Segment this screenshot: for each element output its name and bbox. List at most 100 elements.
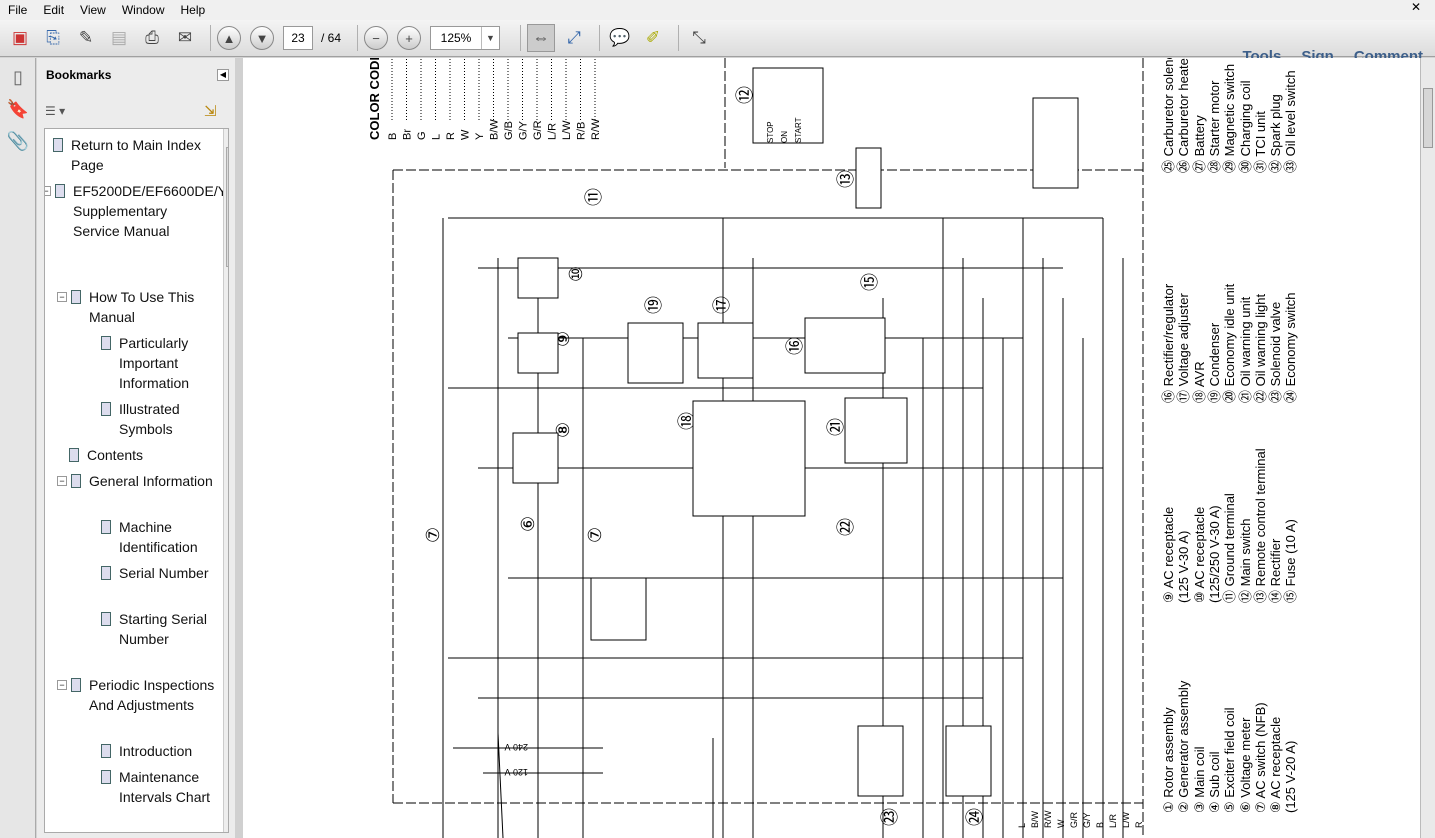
vertical-scrollbar[interactable] [1420, 58, 1435, 838]
component-number: ㉔ [965, 808, 985, 826]
attachments-icon[interactable]: 📎 [6, 128, 30, 154]
bookmark-icon [101, 566, 111, 580]
component-number: ⑩ [566, 266, 586, 282]
legend-item: ⑰ Voltage adjuster [1176, 293, 1192, 403]
color-code-label: R [445, 132, 457, 140]
component-box [857, 725, 904, 797]
bookmark-item[interactable]: Starting Serial Number [101, 609, 213, 649]
email-icon[interactable]: ✉ [171, 24, 199, 52]
bookmark-item[interactable]: Maintenance Intervals Chart [101, 767, 213, 807]
expand-bookmark-icon[interactable]: ⇲ [204, 102, 217, 120]
close-icon[interactable]: ✕ [1403, 0, 1429, 14]
bookmarks-panel: Bookmarks ◀ ☰ ▾ ⇲ Return to Main Index P… [37, 58, 235, 838]
bookmark-item[interactable]: Machine Identification [101, 517, 213, 557]
scrollbar-thumb[interactable] [226, 147, 228, 267]
bookmark-icon [101, 336, 111, 350]
wire-color-label: G/Y [1082, 812, 1092, 828]
page-thumbnails-icon[interactable]: ▯ [6, 64, 30, 90]
bookmark-label: General Information [89, 473, 213, 489]
component-box [804, 317, 886, 374]
bookmark-item[interactable]: Contents [69, 445, 213, 465]
full-screen-icon[interactable]: ⤡ [685, 24, 713, 52]
highlight-icon[interactable]: ✐ [639, 24, 667, 52]
legend-item: ⑪ Ground terminal [1222, 493, 1238, 603]
component-number: ⑬ [836, 170, 856, 188]
previous-page-button[interactable]: ▲ [217, 26, 241, 50]
fit-page-icon[interactable]: ⤢ [560, 24, 588, 52]
collapse-toggle-icon[interactable]: − [57, 476, 67, 486]
print-icon[interactable]: ⎙ [138, 24, 166, 52]
menu-view[interactable]: View [72, 3, 114, 17]
legend-item: ㉕ Carburetor solenoid [1161, 58, 1176, 173]
bookmark-icon [101, 770, 111, 784]
next-page-button[interactable]: ▼ [250, 26, 274, 50]
wire-color-label: L/R [1108, 813, 1118, 828]
bookmark-label: Introduction [119, 743, 193, 759]
bookmark-item[interactable]: Introduction [101, 741, 213, 761]
combine-files-icon[interactable]: ⎘ [39, 24, 67, 52]
bookmark-icon [101, 744, 111, 758]
color-code-label: G [416, 131, 428, 140]
bookmarks-scrollbar[interactable] [223, 129, 228, 832]
menu-file[interactable]: File [0, 3, 35, 17]
component-box [697, 322, 754, 379]
bookmark-item[interactable]: Serial Number [101, 563, 213, 583]
bookmark-item[interactable]: − General Information [57, 471, 215, 491]
legend-item: ⑧ AC receptacle [1268, 716, 1284, 813]
fit-width-icon[interactable]: ⇔ [527, 24, 556, 52]
collapse-panel-button[interactable]: ◀ [217, 69, 229, 81]
bookmarks-icon[interactable]: 🔖 [6, 96, 30, 122]
legend-item: ⑦ AC switch (NFB) [1252, 702, 1268, 813]
chevron-down-icon[interactable]: ▼ [481, 27, 499, 49]
component-number: ⑯ [785, 337, 805, 355]
component-number: ㉑ [826, 418, 846, 436]
legend-item: ⑭ Rectifier [1268, 538, 1284, 603]
scrollbar-thumb[interactable] [1423, 88, 1433, 148]
wire-color-label: R [1134, 821, 1144, 828]
menu-help[interactable]: Help [173, 3, 214, 17]
legend-item: ㉙ Magnetic switch [1222, 63, 1238, 173]
legend-item: ② Generator assembly [1176, 680, 1192, 813]
switch-position-label: START [794, 117, 803, 143]
legend-item: ㉗ Battery [1191, 115, 1207, 173]
bookmark-icon [101, 520, 111, 534]
wire-color-label: L/W [1121, 811, 1131, 828]
collapse-toggle-icon[interactable]: − [57, 680, 67, 690]
legend-item: ⑬ Remote control terminal [1252, 448, 1268, 603]
legend-item: ㉛ TCI unit [1252, 111, 1268, 173]
bookmark-label: EF5200DE/EF6600DE/YG5200D/YG6600D/YG6600… [73, 183, 229, 239]
edit-document-icon[interactable]: ✎ [72, 24, 100, 52]
zoom-out-button[interactable]: − [364, 26, 389, 50]
comment-icon[interactable]: 💬 [606, 24, 634, 52]
zoom-value: 125% [440, 31, 472, 45]
panel-splitter[interactable] [235, 58, 243, 838]
collapse-toggle-icon[interactable]: − [45, 186, 51, 196]
page-number-input[interactable]: 23 [283, 26, 313, 50]
legend-item: (125 V-30 A) [1176, 530, 1192, 603]
color-code-label: R/B [576, 122, 588, 140]
color-code-label: G/Y [518, 120, 530, 140]
options-menu-icon[interactable]: ☰ ▾ [45, 104, 65, 118]
zoom-select[interactable]: 125% ▼ [430, 26, 501, 50]
component-box [512, 432, 559, 484]
menu-edit[interactable]: Edit [35, 3, 72, 17]
collapse-toggle-icon[interactable]: − [57, 292, 67, 302]
save-icon[interactable]: ▤ [105, 24, 133, 52]
divider [678, 25, 680, 51]
component-number: ㉒ [836, 518, 856, 536]
wire [497, 732, 504, 838]
divider [599, 25, 601, 51]
bookmark-item[interactable]: − EF5200DE/EF6600DE/YG5200D/YG6600D/YG660… [45, 181, 229, 241]
bookmark-item[interactable]: − How To Use This Manual [57, 287, 215, 327]
bookmark-item[interactable]: Particularly Important Information [101, 333, 213, 393]
menu-window[interactable]: Window [114, 3, 173, 17]
zoom-in-button[interactable]: + [397, 26, 422, 50]
menu-bar: File Edit View Window Help ✕ [0, 0, 1435, 20]
bookmark-item[interactable]: Return to Main Index Page [53, 135, 213, 175]
bookmark-item[interactable]: − Periodic Inspections And Adjustments [57, 675, 215, 715]
create-pdf-icon[interactable]: ▣ [6, 24, 34, 52]
bookmark-item[interactable]: Illustrated Symbols [101, 399, 213, 439]
component-box [1032, 97, 1079, 189]
wire-color-label: G/R [1069, 811, 1079, 828]
legend-item: ㉚ Charging coil [1237, 80, 1253, 174]
